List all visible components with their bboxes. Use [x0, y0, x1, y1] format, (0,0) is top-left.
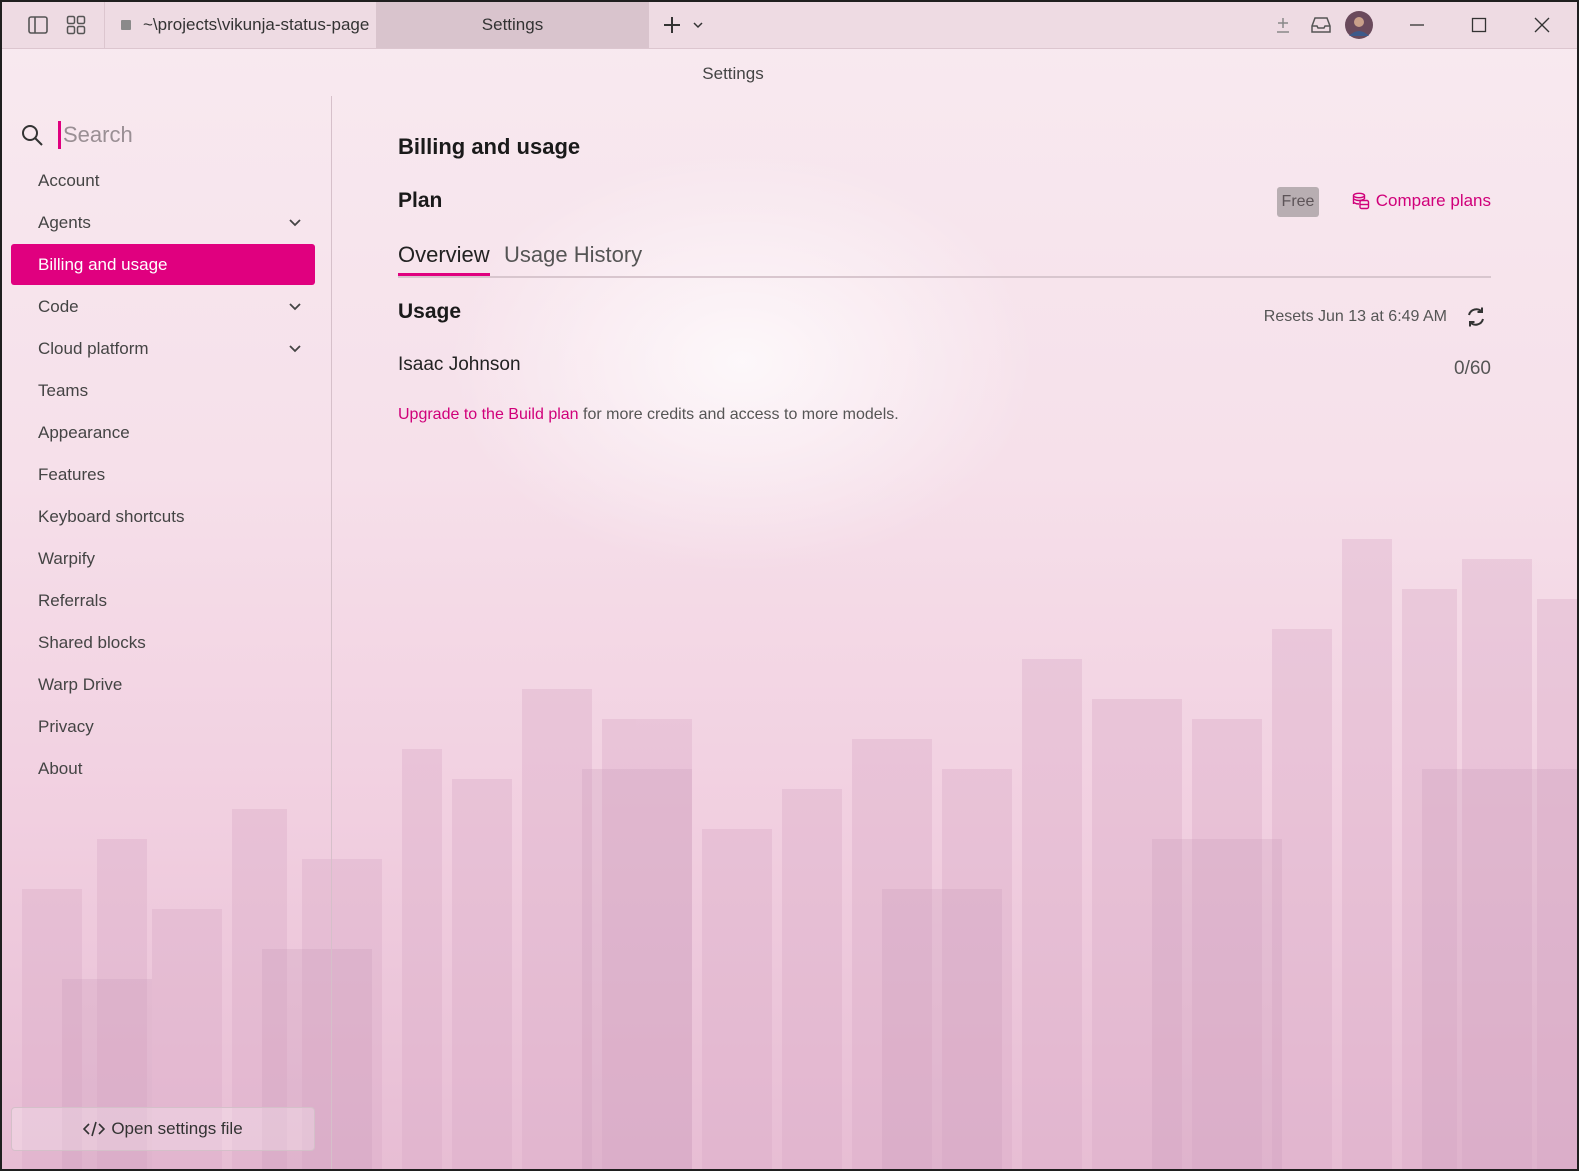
- title-bar: ~\projects\vikunja-status-page Settings: [2, 2, 1577, 49]
- compare-plans-label: Compare plans: [1375, 191, 1491, 210]
- usage-count: 0/60: [1454, 358, 1491, 379]
- sidebar-toggle-icon[interactable]: [24, 11, 52, 39]
- sidebar-item-agents[interactable]: Agents: [11, 202, 315, 243]
- pin-icon[interactable]: [1269, 11, 1297, 39]
- search-input[interactable]: [61, 122, 283, 148]
- sidebar-item-about[interactable]: About: [11, 748, 315, 789]
- chevron-down-icon[interactable]: [287, 299, 303, 315]
- inbox-icon[interactable]: [1307, 11, 1335, 39]
- tab-usage-history[interactable]: Usage History: [504, 242, 642, 273]
- sidebar-nav: Account Agents Billing and usage Code Cl…: [11, 160, 315, 790]
- usage-user-name: Isaac Johnson: [398, 354, 521, 375]
- sidebar-item-account[interactable]: Account: [11, 160, 315, 201]
- grid-icon[interactable]: [62, 11, 90, 39]
- app-window: ~\projects\vikunja-status-page Settings: [0, 0, 1579, 1171]
- tab-overview[interactable]: Overview: [398, 242, 490, 276]
- upgrade-text: Upgrade to the Build plan for more credi…: [398, 406, 899, 424]
- sidebar-item-warp-drive[interactable]: Warp Drive: [11, 664, 315, 705]
- open-settings-label: Open settings file: [111, 1119, 243, 1138]
- plus-icon[interactable]: [658, 11, 686, 39]
- sidebar-item-code[interactable]: Code: [11, 286, 315, 327]
- settings-sidebar: Account Agents Billing and usage Code Cl…: [2, 96, 332, 1169]
- sidebar-item-cloud-platform[interactable]: Cloud platform: [11, 328, 315, 369]
- refresh-icon[interactable]: [1463, 304, 1489, 330]
- chevron-down-icon[interactable]: [287, 215, 303, 231]
- sidebar-item-shared-blocks[interactable]: Shared blocks: [11, 622, 315, 663]
- sidebar-item-features[interactable]: Features: [11, 454, 315, 495]
- tab-terminal[interactable]: ~\projects\vikunja-status-page: [104, 2, 377, 48]
- open-settings-file-button[interactable]: Open settings file: [11, 1107, 315, 1151]
- sidebar-item-appearance[interactable]: Appearance: [11, 412, 315, 453]
- coins-icon: [1352, 192, 1369, 210]
- sidebar-item-teams[interactable]: Teams: [11, 370, 315, 411]
- usage-heading: Usage: [398, 300, 462, 323]
- billing-tabs: Overview Usage History: [398, 238, 1491, 278]
- compare-plans-link[interactable]: Compare plans: [1352, 191, 1491, 211]
- chevron-down-icon[interactable]: [287, 341, 303, 357]
- page-title: Billing and usage: [398, 134, 581, 159]
- search-box[interactable]: [20, 118, 320, 152]
- sidebar-item-referrals[interactable]: Referrals: [11, 580, 315, 621]
- upgrade-description: for more credits and access to more mode…: [578, 406, 899, 423]
- plan-badge: Free: [1277, 187, 1319, 217]
- sidebar-item-keyboard-shortcuts[interactable]: Keyboard shortcuts: [11, 496, 315, 537]
- plan-heading: Plan: [398, 189, 443, 212]
- tab-label: ~\projects\vikunja-status-page: [143, 15, 370, 34]
- sidebar-item-privacy[interactable]: Privacy: [11, 706, 315, 747]
- resets-text: Resets Jun 13 at 6:49 AM: [1263, 308, 1447, 325]
- tab-settings[interactable]: Settings: [376, 2, 649, 48]
- window-title: Settings: [702, 64, 764, 83]
- upgrade-link[interactable]: Upgrade to the Build plan: [398, 406, 579, 423]
- avatar[interactable]: [1345, 11, 1373, 39]
- code-icon: [83, 1121, 106, 1137]
- sidebar-item-warpify[interactable]: Warpify: [11, 538, 315, 579]
- terminal-tab-icon: [121, 20, 131, 30]
- tab-label: Settings: [481, 15, 544, 34]
- minimize-icon[interactable]: [1402, 10, 1432, 40]
- close-icon[interactable]: [1527, 10, 1557, 40]
- maximize-icon[interactable]: [1464, 10, 1494, 40]
- search-icon: [22, 125, 43, 146]
- sidebar-item-billing-and-usage[interactable]: Billing and usage: [11, 244, 315, 285]
- chevron-down-icon[interactable]: [686, 11, 710, 39]
